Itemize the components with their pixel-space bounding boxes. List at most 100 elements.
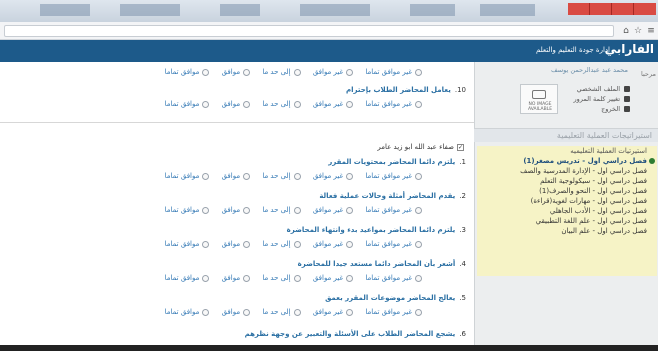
option-strongly-disagree[interactable]: غير موافق تماما: [365, 308, 422, 316]
list-item[interactable]: فصل دراسي اول - تدريس مصغر(1): [477, 156, 657, 166]
option-somewhat[interactable]: إلى حد ما: [262, 68, 301, 76]
minimize-button[interactable]: [568, 3, 590, 15]
option-somewhat[interactable]: إلى حد ما: [262, 206, 301, 214]
radio-icon[interactable]: [243, 240, 251, 248]
radio-icon[interactable]: [202, 274, 210, 282]
option-disagree[interactable]: غير موافق: [313, 206, 354, 214]
list-item[interactable]: فصل دراسي اول - علم اللغة التطبيقي: [477, 216, 657, 226]
option-agree[interactable]: موافق: [222, 274, 251, 282]
option-agree[interactable]: موافق: [222, 308, 251, 316]
option-strongly-disagree[interactable]: غير موافق تماما: [365, 274, 422, 282]
radio-icon[interactable]: [293, 172, 301, 180]
radio-icon[interactable]: [202, 308, 210, 316]
radio-icon[interactable]: [293, 68, 301, 76]
address-bar[interactable]: [4, 25, 614, 37]
option-strongly-agree[interactable]: موافق تماما: [165, 68, 210, 76]
radio-icon[interactable]: [346, 100, 354, 108]
radio-icon[interactable]: [243, 68, 251, 76]
radio-icon[interactable]: [415, 206, 422, 214]
option-disagree[interactable]: غير موافق: [313, 68, 354, 76]
radio-icon[interactable]: [243, 172, 251, 180]
option-agree[interactable]: موافق: [222, 68, 251, 76]
radio-icon[interactable]: [293, 274, 301, 282]
option-disagree[interactable]: غير موافق: [313, 308, 354, 316]
taskbar-item[interactable]: [120, 4, 180, 16]
radio-icon[interactable]: [415, 308, 422, 316]
taskbar-item[interactable]: [40, 4, 90, 16]
option-disagree[interactable]: غير موافق: [313, 274, 354, 282]
close-button[interactable]: [634, 3, 656, 15]
star-icon[interactable]: ☆: [632, 25, 644, 37]
option-disagree[interactable]: غير موافق: [313, 100, 354, 108]
option-strongly-agree[interactable]: موافق تماما: [165, 206, 210, 214]
option-disagree[interactable]: غير موافق: [313, 240, 354, 248]
radio-icon[interactable]: [243, 308, 251, 316]
taskbar-item[interactable]: [480, 4, 535, 16]
site-brand[interactable]: الفارابي: [605, 42, 654, 56]
question-number: 1.: [459, 158, 466, 166]
radio-icon[interactable]: [346, 206, 354, 214]
radio-icon[interactable]: [346, 68, 354, 76]
option-strongly-agree[interactable]: موافق تماما: [165, 172, 210, 180]
option-strongly-agree[interactable]: موافق تماما: [165, 100, 210, 108]
option-disagree[interactable]: غير موافق: [313, 172, 354, 180]
list-item[interactable]: فصل دراسي اول - سيكولوجية التعلم: [477, 176, 657, 186]
option-somewhat[interactable]: إلى حد ما: [262, 308, 301, 316]
logout-link[interactable]: الخروج: [564, 104, 630, 114]
option-somewhat[interactable]: إلى حد ما: [262, 274, 301, 282]
radio-icon[interactable]: [243, 100, 251, 108]
radio-icon[interactable]: [202, 240, 210, 248]
menu-icon[interactable]: ≡: [645, 25, 657, 37]
option-somewhat[interactable]: إلى حد ما: [262, 240, 301, 248]
radio-icon[interactable]: [243, 206, 251, 214]
taskbar-item[interactable]: [220, 4, 260, 16]
radio-icon[interactable]: [202, 68, 210, 76]
radio-icon[interactable]: [293, 240, 301, 248]
radio-icon[interactable]: [415, 240, 422, 248]
change-password-link[interactable]: تغيير كلمة المرور: [564, 94, 630, 104]
option-agree[interactable]: موافق: [222, 172, 251, 180]
radio-icon[interactable]: [293, 100, 301, 108]
option-agree[interactable]: موافق: [222, 206, 251, 214]
radio-icon[interactable]: [415, 68, 422, 76]
section-divider: [0, 122, 474, 123]
maximize-button[interactable]: [590, 3, 612, 15]
radio-icon[interactable]: [415, 172, 422, 180]
checkbox[interactable]: ✓: [457, 143, 464, 151]
taskbar-item[interactable]: [300, 4, 370, 16]
radio-icon[interactable]: [346, 308, 354, 316]
radio-icon[interactable]: [415, 100, 422, 108]
option-strongly-disagree[interactable]: غير موافق تماما: [365, 172, 422, 180]
option-strongly-disagree[interactable]: غير موافق تماما: [365, 206, 422, 214]
radio-icon[interactable]: [293, 206, 301, 214]
option-strongly-agree[interactable]: موافق تماما: [165, 308, 210, 316]
radio-icon[interactable]: [202, 100, 210, 108]
radio-icon[interactable]: [415, 274, 422, 282]
home-icon[interactable]: ⌂: [620, 25, 632, 37]
option-strongly-agree[interactable]: موافق تماما: [165, 274, 210, 282]
radio-icon[interactable]: [202, 172, 210, 180]
radio-icon[interactable]: [202, 206, 210, 214]
option-somewhat[interactable]: إلى حد ما: [262, 172, 301, 180]
list-item[interactable]: فصل دراسي اول - علم البيان: [477, 226, 657, 236]
taskbar-item[interactable]: [410, 4, 455, 16]
radio-icon[interactable]: [346, 240, 354, 248]
list-item[interactable]: فصل دراسي اول - الإدارة المدرسية والصف: [477, 166, 657, 176]
restore-button[interactable]: [612, 3, 634, 15]
option-strongly-disagree[interactable]: غير موافق تماما: [365, 68, 422, 76]
option-strongly-disagree[interactable]: غير موافق تماما: [365, 240, 422, 248]
radio-icon[interactable]: [346, 172, 354, 180]
option-agree[interactable]: موافق: [222, 100, 251, 108]
list-item[interactable]: فصل دراسي اول - مهارات لغوية(قراءة): [477, 196, 657, 206]
radio-icon[interactable]: [243, 274, 251, 282]
option-agree[interactable]: موافق: [222, 240, 251, 248]
radio-icon[interactable]: [346, 274, 354, 282]
option-strongly-agree[interactable]: موافق تماما: [165, 240, 210, 248]
list-item[interactable]: فصل دراسي اول - الأدب الجاهلي: [477, 206, 657, 216]
profile-link[interactable]: الملف الشخصي: [564, 84, 630, 94]
option-label: موافق: [221, 68, 241, 76]
list-item[interactable]: فصل دراسي اول - النحو والصرف(1): [477, 186, 657, 196]
radio-icon[interactable]: [293, 308, 301, 316]
option-strongly-disagree[interactable]: غير موافق تماما: [365, 100, 422, 108]
option-somewhat[interactable]: إلى حد ما: [262, 100, 301, 108]
